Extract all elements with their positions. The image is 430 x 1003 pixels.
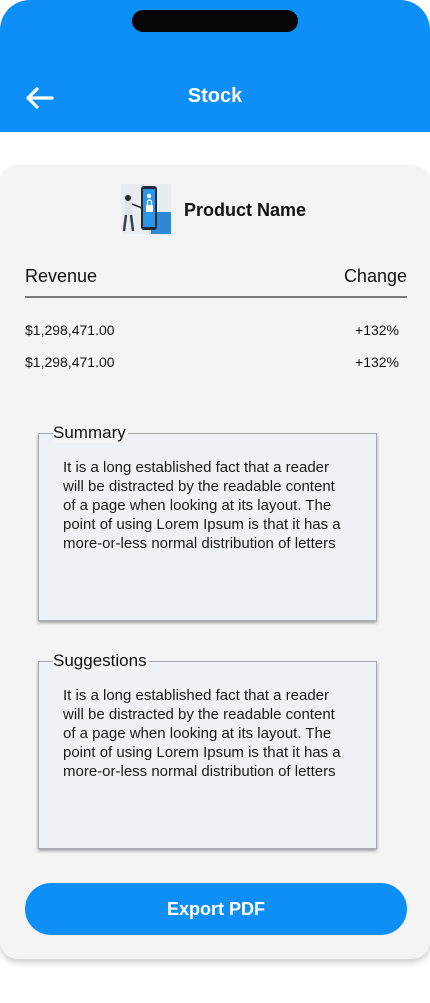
suggestions-title: Suggestions	[53, 651, 149, 671]
column-change: Change	[343, 266, 407, 286]
summary-text: It is a long established fact that a rea…	[63, 459, 341, 552]
summary-panel: Summary It is a long established fact th…	[38, 423, 377, 621]
export-pdf-button[interactable]: Export PDF	[25, 883, 407, 935]
revenue-value: $1,298,471.00	[25, 322, 115, 338]
table-row: $1,298,471.00 +132%	[25, 354, 399, 370]
product-name: Product Name	[184, 200, 307, 220]
table-row: $1,298,471.00 +132%	[25, 322, 399, 338]
change-value: +132%	[355, 354, 399, 370]
summary-title: Summary	[53, 423, 128, 443]
revenue-value: $1,298,471.00	[25, 354, 115, 370]
suggestions-panel: Suggestions It is a long established fac…	[38, 651, 377, 849]
device-notch	[132, 10, 298, 32]
suggestions-text: It is a long established fact that a rea…	[63, 687, 341, 780]
phone-lock-illustration	[121, 184, 171, 234]
product-thumbnail	[121, 184, 171, 234]
table-header: Revenue Change	[25, 266, 407, 298]
app-header: Stock	[0, 0, 430, 132]
column-revenue: Revenue	[25, 266, 98, 286]
page-title: Stock	[187, 85, 243, 107]
change-value: +132%	[355, 322, 399, 338]
